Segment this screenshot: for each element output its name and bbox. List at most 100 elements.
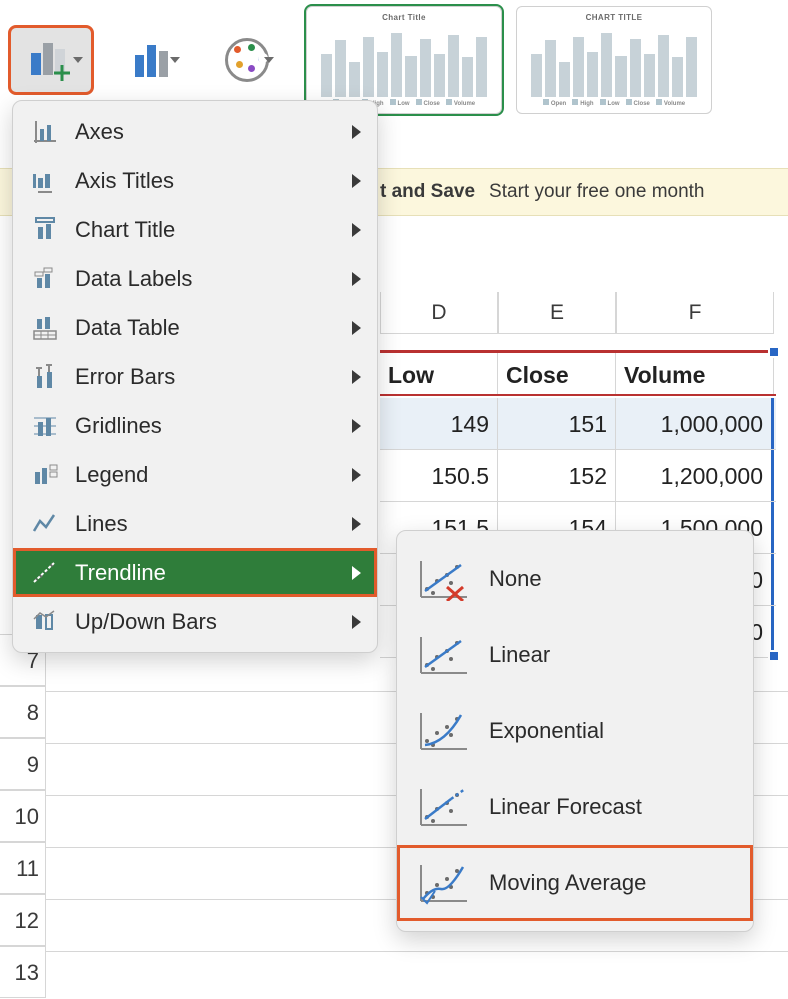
menu-item-chart-title[interactable]: Chart Title <box>13 205 377 254</box>
palette-icon <box>225 38 269 82</box>
chevron-right-icon <box>352 566 361 580</box>
menu-item-error-bars[interactable]: Error Bars <box>13 352 377 401</box>
trendline-submenu: None Linear Exponential Linear Forecast Movi… <box>396 530 754 932</box>
column-header-e[interactable]: E <box>498 292 616 334</box>
trend-forecast-icon <box>415 785 469 829</box>
cell[interactable]: 150.5 <box>380 450 498 501</box>
updown-bars-icon <box>31 608 59 636</box>
menu-item-label: Data Table <box>75 315 180 341</box>
row-header[interactable]: 12 <box>0 894 46 946</box>
menu-item-label: Chart Title <box>75 217 175 243</box>
row-header[interactable]: 10 <box>0 790 46 842</box>
change-colors-button[interactable] <box>212 25 282 95</box>
submenu-item-label: None <box>489 566 542 592</box>
menu-item-axes[interactable]: Axes <box>13 107 377 156</box>
menu-item-axis-titles[interactable]: Axis Titles <box>13 156 377 205</box>
menu-item-legend[interactable]: Legend <box>13 450 377 499</box>
chevron-right-icon <box>352 615 361 629</box>
menu-item-label: Axes <box>75 119 124 145</box>
data-labels-icon <box>31 265 59 293</box>
axis-titles-icon <box>31 167 59 195</box>
row-headers: 78910111213 <box>0 634 46 998</box>
chart-style-thumbnail-2[interactable]: CHART TITLE OpenHighLowCloseVolume <box>516 6 712 114</box>
header-close: Close <box>498 353 616 394</box>
trend-moving-avg-icon <box>415 861 469 905</box>
chevron-down-icon <box>170 57 180 63</box>
chevron-right-icon <box>352 272 361 286</box>
thumb-title: Chart Title <box>382 13 426 22</box>
error-bars-icon <box>31 363 59 391</box>
gridlines-icon <box>31 412 59 440</box>
menu-item-gridlines[interactable]: Gridlines <box>13 401 377 450</box>
row-header[interactable]: 13 <box>0 946 46 998</box>
chevron-right-icon <box>352 517 361 531</box>
cell[interactable]: 1,200,000 <box>616 450 774 501</box>
chevron-right-icon <box>352 321 361 335</box>
data-table-icon <box>31 314 59 342</box>
header-low: Low <box>380 353 498 394</box>
submenu-item-moving-average[interactable]: Moving Average <box>397 845 753 921</box>
cell[interactable]: 149 <box>380 398 498 449</box>
column-header-f[interactable]: F <box>616 292 774 334</box>
chart-design-toolbar: Chart Title OpenHighLowCloseVolume CHART… <box>0 22 788 98</box>
chevron-right-icon <box>352 419 361 433</box>
menu-item-lines[interactable]: Lines <box>13 499 377 548</box>
chevron-right-icon <box>352 125 361 139</box>
menu-item-data-labels[interactable]: Data Labels <box>13 254 377 303</box>
submenu-item-label: Exponential <box>489 718 604 744</box>
banner-text: Start your free one month <box>489 181 704 203</box>
trend-linear-icon <box>415 633 469 677</box>
cell[interactable]: 151 <box>498 398 616 449</box>
table-header-row: Low Close Volume <box>380 350 776 396</box>
chart-title-icon <box>31 216 59 244</box>
submenu-item-label: Moving Average <box>489 870 646 896</box>
thumb-bars <box>317 22 491 97</box>
cell[interactable]: 152 <box>498 450 616 501</box>
table-row: 150.51521,200,000 <box>380 450 776 502</box>
chevron-down-icon <box>73 57 83 63</box>
selection-handle-icon[interactable] <box>768 346 780 358</box>
trendline-icon <box>31 559 59 587</box>
chevron-down-icon <box>264 57 274 63</box>
submenu-item-label: Linear <box>489 642 550 668</box>
menu-item-label: Legend <box>75 462 148 488</box>
menu-item-label: Data Labels <box>75 266 192 292</box>
row-header[interactable]: 9 <box>0 738 46 790</box>
column-header-d[interactable]: D <box>380 292 498 334</box>
menu-item-label: Error Bars <box>75 364 175 390</box>
submenu-item-linear-forecast[interactable]: Linear Forecast <box>397 769 753 845</box>
thumb-title: CHART TITLE <box>586 13 643 22</box>
table-row: 1491511,000,000 <box>380 398 776 450</box>
menu-item-label: Trendline <box>75 560 166 586</box>
thumb-bars <box>527 22 701 97</box>
submenu-item-linear[interactable]: Linear <box>397 617 753 693</box>
change-chart-type-button[interactable] <box>118 25 188 95</box>
chevron-right-icon <box>352 223 361 237</box>
header-volume: Volume <box>616 353 774 394</box>
cell[interactable]: 1,000,000 <box>616 398 774 449</box>
legend-icon <box>31 461 59 489</box>
row-header[interactable]: 11 <box>0 842 46 894</box>
menu-item-trendline[interactable]: Trendline <box>13 548 377 597</box>
menu-item-label: Up/Down Bars <box>75 609 217 635</box>
menu-item-data-table[interactable]: Data Table <box>13 303 377 352</box>
menu-item-label: Axis Titles <box>75 168 174 194</box>
menu-item-label: Lines <box>75 511 128 537</box>
submenu-item-label: Linear Forecast <box>489 794 642 820</box>
add-chart-element-button[interactable] <box>8 25 94 95</box>
chart-style-thumbnail-1[interactable]: Chart Title OpenHighLowCloseVolume <box>306 6 502 114</box>
submenu-item-none[interactable]: None <box>397 541 753 617</box>
axes-icon <box>31 118 59 146</box>
chevron-right-icon <box>352 468 361 482</box>
chevron-right-icon <box>352 370 361 384</box>
submenu-item-exponential[interactable]: Exponential <box>397 693 753 769</box>
row-header[interactable]: 8 <box>0 686 46 738</box>
banner-bold: t and Save <box>380 181 475 203</box>
menu-item-up-down-bars[interactable]: Up/Down Bars <box>13 597 377 646</box>
trend-none-icon <box>415 557 469 601</box>
chevron-right-icon <box>352 174 361 188</box>
lines-icon <box>31 510 59 538</box>
add-chart-element-menu: Axes Axis Titles Chart Title Data Labels Dat… <box>12 100 378 653</box>
menu-item-label: Gridlines <box>75 413 162 439</box>
trend-exponential-icon <box>415 709 469 753</box>
